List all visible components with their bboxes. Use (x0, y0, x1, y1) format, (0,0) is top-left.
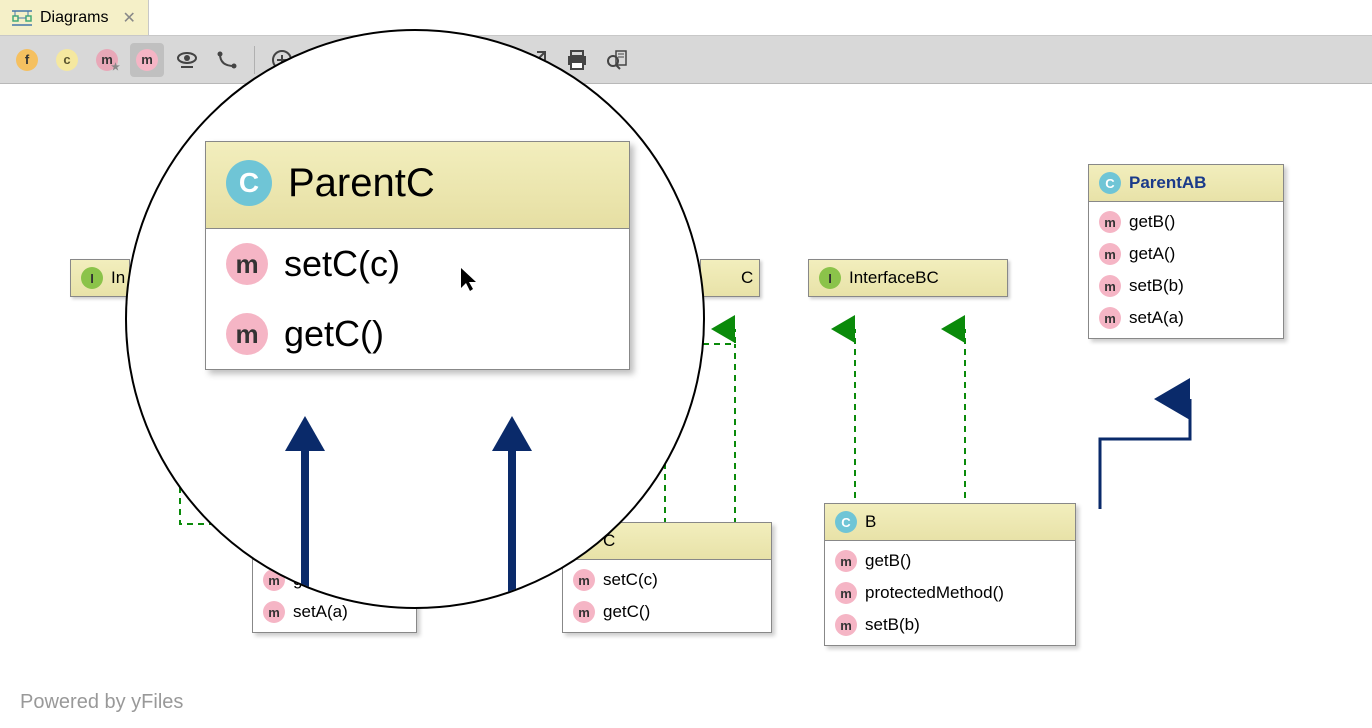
diagram-canvas[interactable]: I In IC I InterfaceBC C ParentAB mgetB() mg… (0, 84, 1372, 728)
filter-c-button[interactable]: c (50, 43, 84, 77)
method-row[interactable]: mprotectedMethod() (835, 577, 1065, 609)
interface-icon: I (81, 267, 103, 289)
class-name: B (865, 512, 876, 532)
method-icon: m (1099, 243, 1121, 265)
class-box-b[interactable]: CB mgetB() mprotectedMethod() msetB(b) (824, 503, 1076, 646)
zoomed-class-name: ParentC (288, 161, 435, 206)
method-row[interactable]: msetB(b) (1099, 270, 1273, 302)
class-box-interface-ac[interactable]: IC (700, 259, 760, 297)
method-icon: m (835, 550, 857, 572)
method-row[interactable]: msetB(b) (835, 609, 1065, 641)
method-icon: m (835, 614, 857, 636)
class-box-interface-bc[interactable]: I InterfaceBC (808, 259, 1008, 297)
c-icon: c (56, 49, 78, 71)
tab-diagrams[interactable]: Diagrams ✕ (0, 0, 149, 35)
interface-icon: I (819, 267, 841, 289)
method-icon: m (835, 582, 857, 604)
magnifier-lens[interactable]: C ParentC msetC(c) mgetC() (125, 29, 705, 609)
close-icon[interactable]: ✕ (122, 8, 135, 28)
class-icon: C (835, 511, 857, 533)
class-name: InterfaceBC (849, 268, 939, 288)
m-star-icon: m★ (96, 49, 118, 71)
method-row[interactable]: mgetC() (206, 299, 629, 369)
zoomed-class-box[interactable]: C ParentC msetC(c) mgetC() (205, 141, 630, 370)
method-row[interactable]: mgetB() (835, 545, 1065, 577)
class-name: In (111, 268, 125, 288)
method-row[interactable]: mgetB() (1099, 206, 1273, 238)
class-icon: C (1099, 172, 1121, 194)
filter-f-button[interactable]: f (10, 43, 44, 77)
class-name: C (741, 268, 753, 288)
filter-m-star-button[interactable]: m★ (90, 43, 124, 77)
class-name: ParentAB (1129, 173, 1206, 193)
tab-label: Diagrams (40, 9, 108, 27)
method-icon: m (1099, 307, 1121, 329)
class-box-parent-ab[interactable]: C ParentAB mgetB() mgetA() msetB(b) msetA… (1088, 164, 1284, 339)
method-row[interactable]: msetC(c) (206, 229, 629, 299)
method-icon: m (1099, 275, 1121, 297)
method-icon: m (1099, 211, 1121, 233)
footer-attribution: Powered by yFiles (20, 691, 183, 714)
method-row[interactable]: mgetA() (1099, 238, 1273, 270)
f-icon: f (16, 49, 38, 71)
class-icon: C (226, 160, 272, 206)
method-icon: m (226, 313, 268, 355)
method-row[interactable]: msetA(a) (1099, 302, 1273, 334)
method-icon: m (226, 243, 268, 285)
class-box-interface-ab[interactable]: I In (70, 259, 130, 297)
diagram-icon (12, 10, 32, 26)
